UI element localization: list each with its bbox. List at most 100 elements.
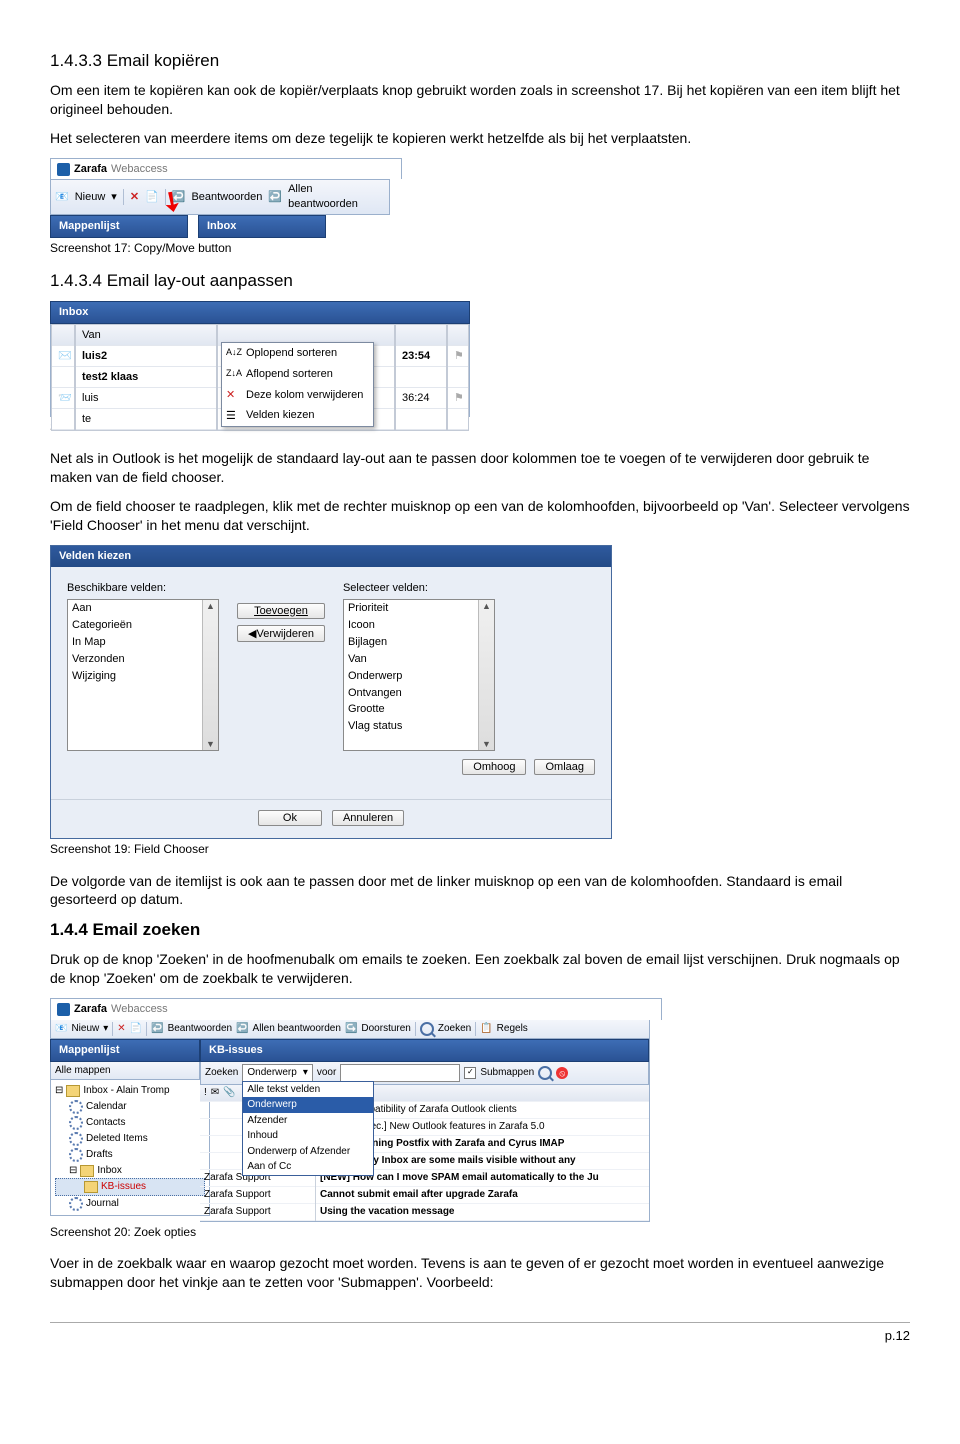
cancel-button[interactable]: Annuleren bbox=[332, 810, 404, 826]
submappen-checkbox[interactable]: ✓ bbox=[464, 1067, 476, 1079]
new-mail-icon[interactable]: 📧 bbox=[55, 1022, 67, 1036]
list-item[interactable]: Prioriteit bbox=[344, 600, 494, 617]
beantwoorden-button[interactable]: Beantwoorden bbox=[191, 190, 262, 205]
nieuw-button[interactable]: Nieuw bbox=[75, 190, 106, 205]
icon-header-icon: ✉ bbox=[211, 1086, 219, 1100]
search-go-icon[interactable] bbox=[538, 1066, 552, 1080]
tab-inbox[interactable]: Inbox bbox=[198, 215, 326, 238]
zoeken-button[interactable]: Zoeken bbox=[438, 1022, 471, 1036]
dropdown-item[interactable]: Onderwerp bbox=[243, 1097, 373, 1113]
ctx-sort-asc[interactable]: A↓Z Oplopend sorteren bbox=[222, 343, 373, 364]
new-mail-icon[interactable]: 📧 bbox=[55, 190, 69, 205]
table-row[interactable]: Zarafa Support bbox=[200, 1204, 315, 1221]
doorsturen-button[interactable]: Doorsturen bbox=[361, 1022, 410, 1036]
add-button[interactable]: Toevoegen bbox=[237, 603, 325, 619]
list-item[interactable]: Vlag status bbox=[344, 718, 494, 735]
rules-icon[interactable]: 📋 bbox=[480, 1022, 492, 1036]
ok-button[interactable]: Ok bbox=[258, 810, 322, 826]
list-item[interactable]: Wijziging bbox=[68, 668, 218, 685]
mail-icon: ✉️ bbox=[58, 349, 72, 364]
tree-item[interactable]: Contacts bbox=[86, 1116, 125, 1130]
dropdown-item[interactable]: Alle tekst velden bbox=[243, 1082, 373, 1098]
delete-icon[interactable]: ✕ bbox=[130, 190, 139, 205]
list-item[interactable]: Grootte bbox=[344, 701, 494, 718]
list-item[interactable]: Ontvangen bbox=[344, 685, 494, 702]
scrollbar[interactable]: ▲▼ bbox=[202, 600, 218, 750]
list-item[interactable]: Van bbox=[344, 651, 494, 668]
list-item[interactable]: In Map bbox=[68, 634, 218, 651]
dropdown-item[interactable]: Onderwerp of Afzender bbox=[243, 1144, 373, 1160]
available-fields-listbox[interactable]: Aan Categorieën In Map Verzonden Wijzigi… bbox=[67, 599, 219, 751]
tree-root[interactable]: Inbox - Alain Tromp bbox=[83, 1084, 169, 1098]
nieuw-button[interactable]: Nieuw bbox=[71, 1022, 99, 1036]
reply-all-icon[interactable]: ↩️ bbox=[268, 190, 282, 205]
reply-all-icon[interactable]: ↩️ bbox=[236, 1022, 248, 1036]
tab-kb-issues[interactable]: KB-issues bbox=[200, 1039, 649, 1062]
search-field-dropdown[interactable]: Onderwerp▾ Alle tekst velden Onderwerp A… bbox=[242, 1064, 313, 1082]
remove-button[interactable]: ◀Verwijderen bbox=[237, 625, 325, 642]
tab-inbox[interactable]: Inbox bbox=[50, 301, 470, 324]
move-up-button[interactable]: Omhoog bbox=[462, 759, 526, 775]
move-down-button[interactable]: Omlaag bbox=[534, 759, 595, 775]
search-value-input[interactable] bbox=[340, 1064, 460, 1082]
dropdown-arrow-icon[interactable]: ▾ bbox=[111, 190, 117, 205]
copy-move-icon[interactable]: 📄 bbox=[130, 1022, 142, 1036]
list-item[interactable]: Aan bbox=[68, 600, 218, 617]
flag-icon[interactable]: ⚑ bbox=[454, 391, 464, 406]
allen-button[interactable]: Allen beantwoorden bbox=[288, 182, 385, 212]
voor-label: voor bbox=[317, 1066, 336, 1080]
inbox-folder-icon bbox=[66, 1085, 80, 1097]
search-icon[interactable] bbox=[420, 1022, 434, 1036]
screenshot-19: Velden kiezen Beschikbare velden: Aan Ca… bbox=[50, 545, 612, 840]
reply-icon[interactable]: ↩️ bbox=[151, 1022, 163, 1036]
screenshot-17: Zarafa Webaccess 📧 Nieuw ▾ ✕ 📄 ↩️ Beantw… bbox=[50, 158, 390, 238]
brand-sub: Webaccess bbox=[111, 162, 168, 177]
caption-ss20: Screenshot 20: Zoek opties bbox=[50, 1224, 910, 1240]
scroll-up-icon[interactable]: ▲ bbox=[206, 600, 215, 612]
dropdown-item[interactable]: Aan of Cc bbox=[243, 1159, 373, 1175]
folder-tree[interactable]: ⊟Inbox - Alain Tromp Calendar Contacts D… bbox=[50, 1080, 210, 1216]
dropdown-item[interactable]: Afzender bbox=[243, 1113, 373, 1129]
allen-button[interactable]: Allen beantwoorden bbox=[253, 1022, 341, 1036]
para: Druk op de knop 'Zoeken' in de hoofmenub… bbox=[50, 950, 910, 988]
selected-fields-listbox[interactable]: Prioriteit Icoon Bijlagen Van Onderwerp … bbox=[343, 599, 495, 751]
list-item[interactable]: Onderwerp bbox=[344, 668, 494, 685]
column-header-van[interactable]: Van bbox=[76, 325, 216, 346]
para: Het selecteren van meerdere items om dez… bbox=[50, 129, 910, 148]
forward-icon[interactable]: ↪️ bbox=[345, 1022, 357, 1036]
tree-item[interactable]: Inbox bbox=[97, 1164, 121, 1178]
flag-icon[interactable]: ⚑ bbox=[454, 349, 464, 364]
list-item[interactable]: Bijlagen bbox=[344, 634, 494, 651]
search-clear-icon[interactable]: ⦸ bbox=[556, 1067, 568, 1079]
ctx-remove-column[interactable]: ✕ Deze kolom verwijderen bbox=[222, 385, 373, 406]
sender-name: test2 klaas bbox=[82, 370, 138, 385]
tree-item-selected[interactable]: KB-issues bbox=[101, 1180, 146, 1194]
tree-item[interactable]: Journal bbox=[86, 1197, 119, 1211]
search-dropdown-list: Alle tekst velden Onderwerp Afzender Inh… bbox=[242, 1081, 374, 1176]
scroll-down-icon[interactable]: ▼ bbox=[482, 738, 491, 750]
tab-mappenlijst[interactable]: Mappenlijst bbox=[50, 1039, 200, 1062]
delete-icon[interactable]: ✕ bbox=[117, 1022, 125, 1036]
list-item[interactable]: Categorieën bbox=[68, 617, 218, 634]
beantwoorden-button[interactable]: Beantwoorden bbox=[168, 1022, 233, 1036]
tree-item[interactable]: Drafts bbox=[86, 1148, 113, 1162]
tree-item[interactable]: Deleted Items bbox=[86, 1132, 148, 1146]
ctx-sort-desc[interactable]: Z↓A Aflopend sorteren bbox=[222, 364, 373, 385]
list-item[interactable]: Icoon bbox=[344, 617, 494, 634]
tree-item[interactable]: Calendar bbox=[86, 1100, 127, 1114]
drafts-icon bbox=[69, 1148, 83, 1162]
dropdown-arrow-icon[interactable]: ▾ bbox=[103, 1022, 108, 1036]
journal-icon bbox=[69, 1197, 83, 1211]
scroll-down-icon[interactable]: ▼ bbox=[206, 738, 215, 750]
table-row[interactable]: Using the vacation message bbox=[316, 1204, 649, 1221]
list-item[interactable]: Verzonden bbox=[68, 651, 218, 668]
table-row[interactable]: Cannot submit email after upgrade Zarafa bbox=[316, 1187, 649, 1204]
scrollbar[interactable]: ▲▼ bbox=[478, 600, 494, 750]
dropdown-item[interactable]: Inhoud bbox=[243, 1128, 373, 1144]
available-fields-label: Beschikbare velden: bbox=[67, 581, 219, 596]
scroll-up-icon[interactable]: ▲ bbox=[482, 600, 491, 612]
table-row[interactable]: Zarafa Support bbox=[200, 1187, 315, 1204]
ctx-field-chooser[interactable]: ☰ Velden kiezen bbox=[222, 405, 373, 426]
regels-button[interactable]: Regels bbox=[497, 1022, 528, 1036]
para: Voer in de zoekbalk waar en waarop gezoc… bbox=[50, 1254, 910, 1292]
